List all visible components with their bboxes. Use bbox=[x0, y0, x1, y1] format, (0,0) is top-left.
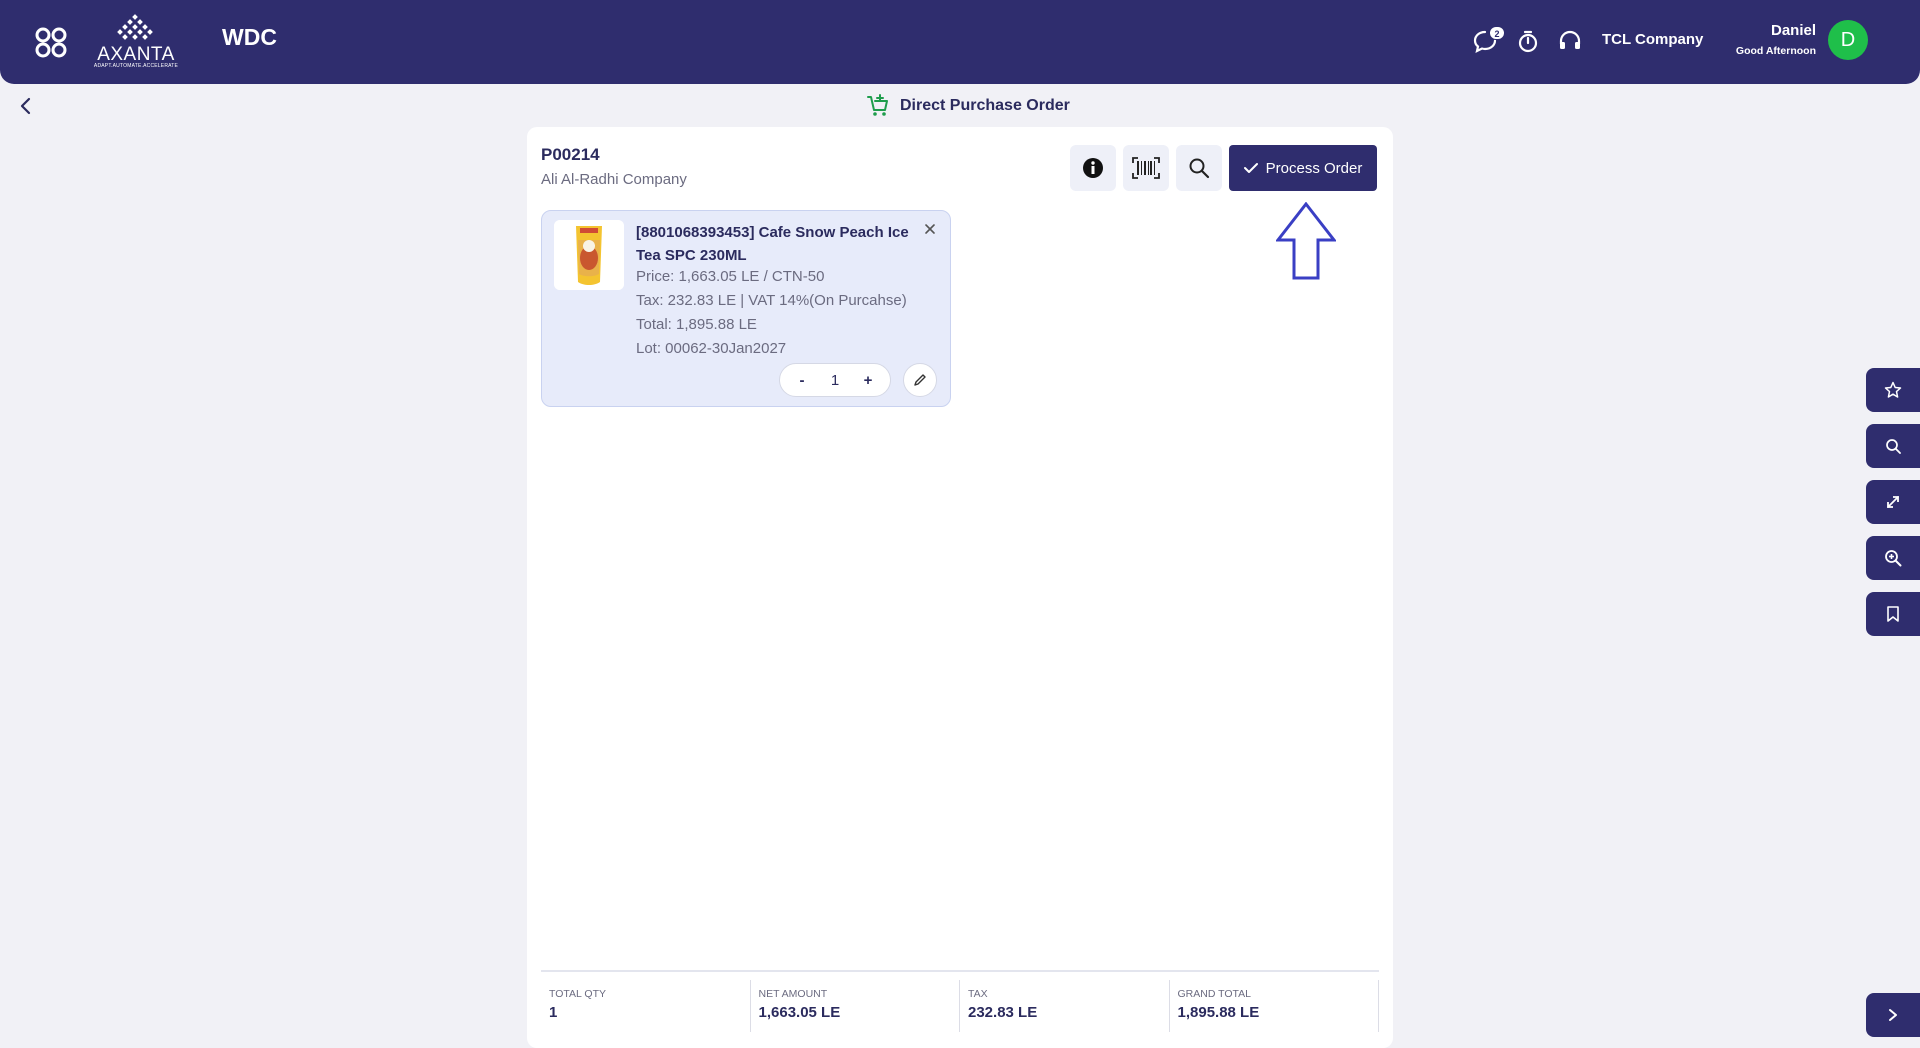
logo-diamond-icon bbox=[117, 14, 153, 40]
headset-icon[interactable] bbox=[1557, 28, 1583, 54]
avatar[interactable]: D bbox=[1828, 20, 1868, 60]
user-name: Daniel bbox=[1770, 22, 1816, 39]
grand-total: GRAND TOTAL 1,895.88 LE bbox=[1170, 980, 1379, 1032]
zoom-dock-button[interactable] bbox=[1866, 536, 1920, 580]
chevron-right-icon bbox=[1889, 1009, 1897, 1021]
pencil-icon bbox=[914, 374, 926, 386]
favorite-dock-button[interactable] bbox=[1866, 368, 1920, 412]
total-qty: TOTAL QTY 1 bbox=[541, 980, 751, 1032]
logo-tagline: ADAPT.AUTOMATE.ACCELERATE bbox=[93, 63, 179, 69]
search-icon bbox=[1886, 439, 1901, 454]
net-amount: NET AMOUNT 1,663.05 LE bbox=[751, 980, 960, 1032]
net-amount-value: 1,663.05 LE bbox=[758, 1004, 841, 1021]
quantity-stepper: - 1 + bbox=[779, 363, 891, 397]
info-button[interactable] bbox=[1070, 145, 1116, 191]
grand-total-label: GRAND TOTAL bbox=[1177, 988, 1252, 1000]
cart-plus-icon bbox=[867, 94, 888, 116]
chevron-left-icon[interactable] bbox=[16, 96, 36, 116]
item-total: Total: 1,895.88 LE bbox=[636, 316, 757, 333]
product-image bbox=[554, 220, 624, 290]
dock-toggle-button[interactable] bbox=[1866, 993, 1920, 1037]
order-number: P00214 bbox=[541, 145, 600, 164]
process-order-button[interactable]: Process Order bbox=[1229, 145, 1377, 191]
vendor-name: Ali Al-Radhi Company bbox=[541, 171, 687, 188]
search-icon bbox=[1189, 158, 1210, 179]
star-icon bbox=[1884, 381, 1902, 398]
greeting-text: Good Afternoon bbox=[1735, 45, 1816, 57]
search-dock-button[interactable] bbox=[1866, 424, 1920, 468]
item-price: Price: 1,663.05 LE / CTN-50 bbox=[636, 268, 825, 285]
expand-dock-button[interactable] bbox=[1866, 480, 1920, 524]
order-line-item: [8801068393453] Cafe Snow Peach Ice Tea … bbox=[541, 210, 951, 407]
info-icon bbox=[1083, 158, 1103, 178]
zoom-in-icon bbox=[1885, 550, 1902, 567]
axanta-logo[interactable]: AXANTA ADAPT.AUTOMATE.ACCELERATE bbox=[92, 14, 180, 70]
item-lot: Lot: 00062-30Jan2027 bbox=[636, 340, 787, 357]
total-qty-value: 1 bbox=[549, 1004, 558, 1021]
edit-item-button[interactable] bbox=[903, 363, 937, 397]
decrement-button[interactable]: - bbox=[794, 372, 810, 389]
grand-total-value: 1,895.88 LE bbox=[1177, 1004, 1260, 1021]
app-name: WDC bbox=[222, 24, 277, 50]
page-header: Direct Purchase Order bbox=[866, 94, 1070, 118]
tax-total-value: 232.83 LE bbox=[968, 1004, 1038, 1021]
tax-total-label: TAX bbox=[968, 988, 988, 1000]
check-icon bbox=[1243, 163, 1258, 173]
timer-icon[interactable] bbox=[1515, 28, 1541, 54]
top-navbar: AXANTA ADAPT.AUTOMATE.ACCELERATE WDC 2 T… bbox=[0, 0, 1920, 84]
order-card: P00214 Ali Al-Radhi Company Process Orde… bbox=[527, 127, 1393, 1048]
search-button[interactable] bbox=[1176, 145, 1222, 191]
expand-icon bbox=[1887, 496, 1899, 508]
total-qty-label: TOTAL QTY bbox=[549, 988, 606, 1000]
bookmark-dock-button[interactable] bbox=[1866, 592, 1920, 636]
tax-total: TAX 232.83 LE bbox=[960, 980, 1170, 1032]
close-icon[interactable] bbox=[922, 221, 938, 237]
barcode-scan-button[interactable] bbox=[1123, 145, 1169, 191]
product-title[interactable]: [8801068393453] Cafe Snow Peach Ice Tea … bbox=[636, 221, 916, 267]
bookmark-icon bbox=[1887, 606, 1899, 622]
notification-badge: 2 bbox=[1489, 26, 1505, 40]
net-amount-label: NET AMOUNT bbox=[758, 988, 828, 1000]
quantity-value[interactable]: 1 bbox=[831, 372, 839, 389]
process-order-label: Process Order bbox=[1265, 159, 1363, 177]
page-title: Direct Purchase Order bbox=[900, 97, 1070, 114]
order-totals: TOTAL QTY 1 NET AMOUNT 1,663.05 LE TAX 2… bbox=[541, 970, 1379, 1032]
apps-grid-icon[interactable] bbox=[34, 26, 68, 58]
up-arrow-hint-icon bbox=[1276, 202, 1336, 280]
increment-button[interactable]: + bbox=[860, 372, 876, 389]
barcode-scan-icon bbox=[1132, 157, 1160, 179]
item-tax: Tax: 232.83 LE | VAT 14%(On Purcahse) bbox=[636, 292, 907, 309]
company-selector[interactable]: TCL Company bbox=[1602, 31, 1703, 48]
